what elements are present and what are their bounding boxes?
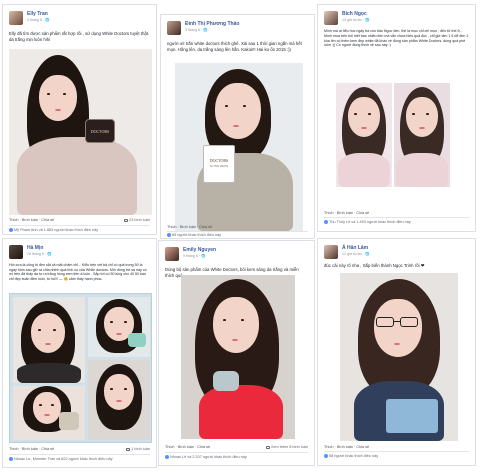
avatar[interactable] xyxy=(165,247,179,261)
avatar[interactable] xyxy=(9,245,23,259)
comment-count[interactable]: 1 bình luận xyxy=(126,447,150,451)
avatar[interactable] xyxy=(324,11,338,25)
post-photo[interactable] xyxy=(394,83,450,187)
like-icon xyxy=(9,228,13,232)
product-jar xyxy=(213,371,239,391)
like-icon xyxy=(324,220,328,224)
post-actions[interactable]: Thích · Bình luận · Chia sẻ xyxy=(324,445,369,449)
post-card: Hà Mịn 28 tháng 6 · 🌐 Hồi xưa là cũng bị… xyxy=(2,238,157,468)
avatar[interactable] xyxy=(324,245,338,259)
post-time: 12 giờ trước · 🌐 xyxy=(342,252,370,256)
post-header: Elly Tran 5 tháng 6 · 🌐 xyxy=(9,11,150,33)
likes-summary[interactable]: Mỹ Phạm Anh và 1.883 người khác thích đi… xyxy=(9,228,98,232)
post-header: Đinh Thị Phương Thảo 3 tháng 6 · 🌐 xyxy=(167,21,308,43)
product-box: DOCTORS ACTIVE WHITE xyxy=(203,145,235,183)
author-name[interactable]: Hà Mịn xyxy=(27,245,43,251)
post-text: Elly đã tìm được sản phẩm rất hợp rồi , … xyxy=(9,31,150,42)
collage-photo xyxy=(88,360,150,440)
post-photo[interactable] xyxy=(340,273,458,441)
post-header: Emily Nguyen 9 tháng 6 · 🌐 xyxy=(165,247,308,269)
avatar[interactable] xyxy=(9,11,23,25)
like-icon xyxy=(165,455,169,459)
globe-icon: 🌐 xyxy=(45,18,50,22)
likes-summary[interactable]: 58 người khác thích điều này xyxy=(324,454,378,458)
globe-icon: 🌐 xyxy=(47,252,52,256)
woman-figure: DOCTORS xyxy=(9,49,152,215)
globe-icon: 🌐 xyxy=(201,254,206,258)
like-icon xyxy=(9,457,13,461)
post-text: Hồi xưa là cũng bị đen sắt cả mặt chăm c… xyxy=(9,263,147,282)
post-card: Bích Ngọc 13 giờ trước · 🌐 Mình mà ai ti… xyxy=(317,4,476,232)
author-name[interactable]: Bích Ngọc xyxy=(342,11,367,17)
avatar[interactable] xyxy=(167,21,181,35)
collage-photo xyxy=(13,386,85,440)
post-photo-collage[interactable] xyxy=(9,293,152,443)
author-name[interactable]: Elly Tran xyxy=(27,11,48,17)
likes-summary[interactable]: Nhoạc Lư, Monster Tran và 822 người khác… xyxy=(9,457,113,461)
post-card: Á Hân Lâm 12 giờ trước · 🌐 đúc cải này r… xyxy=(317,238,476,466)
post-actions[interactable]: Thích · Bình luận · Chia sẻ xyxy=(167,225,212,229)
like-icon xyxy=(167,233,171,237)
comment-icon xyxy=(126,447,131,451)
product-jar xyxy=(386,399,438,433)
glasses-icon xyxy=(376,317,420,327)
post-actions[interactable]: Thích · Bình luận · Chia sẻ xyxy=(9,447,54,451)
post-card: Elly Tran 5 tháng 6 · 🌐 Elly đã tìm được… xyxy=(2,4,157,235)
post-photo[interactable]: DOCTORS xyxy=(9,49,152,215)
likes-summary[interactable]: Nhoạc Lê và 2.207 người khác thích điều … xyxy=(165,455,247,459)
author-name[interactable]: Emily Nguyen xyxy=(183,247,216,253)
globe-icon: 🌐 xyxy=(365,252,370,256)
collage-photo xyxy=(88,297,150,357)
comment-icon xyxy=(265,445,270,449)
likes-summary[interactable]: Thu Thủy Lê và 1.453 người khác thích đi… xyxy=(324,220,411,224)
post-photo[interactable] xyxy=(181,275,295,439)
post-time: 3 tháng 6 · 🌐 xyxy=(185,28,208,32)
product-label: DOCTORS xyxy=(90,129,110,134)
post-time: 28 tháng 6 · 🌐 xyxy=(27,252,52,256)
likes-summary[interactable]: 89 người khác thích điều này xyxy=(167,233,221,237)
collage-photo xyxy=(13,297,85,383)
author-name[interactable]: Đinh Thị Phương Thảo xyxy=(185,21,239,27)
post-photo[interactable]: DOCTORS ACTIVE WHITE xyxy=(175,63,303,231)
post-actions[interactable]: Thích · Bình luận · Chia sẻ xyxy=(165,445,210,449)
comment-count[interactable]: Xem thêm 8 bình luận xyxy=(265,445,308,449)
post-time: 5 tháng 6 · 🌐 xyxy=(27,18,50,22)
comment-icon xyxy=(124,218,129,222)
globe-icon: 🌐 xyxy=(365,18,370,22)
post-actions[interactable]: Thích · Bình luận · Chia sẻ xyxy=(9,218,54,222)
product-sublabel: ACTIVE WHITE xyxy=(209,165,229,168)
post-text: Mình mà ai tiểu học ngày ba còn bảo Ngọc… xyxy=(324,29,469,48)
author-name[interactable]: Á Hân Lâm xyxy=(342,245,368,251)
post-card: Đinh Thị Phương Thảo 3 tháng 6 · 🌐 người… xyxy=(160,14,315,239)
post-photo[interactable] xyxy=(336,83,392,187)
product-label: DOCTORS xyxy=(209,158,229,163)
post-time: 13 giờ trước · 🌐 xyxy=(342,18,370,22)
globe-icon: 🌐 xyxy=(203,28,208,32)
product-jar: DOCTORS xyxy=(85,119,115,143)
post-text: người ơi! trắn white doctors thích ghê. … xyxy=(167,41,302,52)
post-card: Emily Nguyen 9 tháng 6 · 🌐 Dùng bộ sản p… xyxy=(158,240,315,466)
woman-figure: DOCTORS ACTIVE WHITE xyxy=(175,63,303,231)
post-text: đúc cải này rõ nha , Sắp biến thành Ngọc… xyxy=(324,263,425,268)
comment-count[interactable]: 23 bình luận xyxy=(124,218,150,222)
post-actions[interactable]: Thích · Bình luận · Chia sẻ xyxy=(324,211,369,215)
post-time: 9 tháng 6 · 🌐 xyxy=(183,254,206,258)
like-icon xyxy=(324,454,328,458)
